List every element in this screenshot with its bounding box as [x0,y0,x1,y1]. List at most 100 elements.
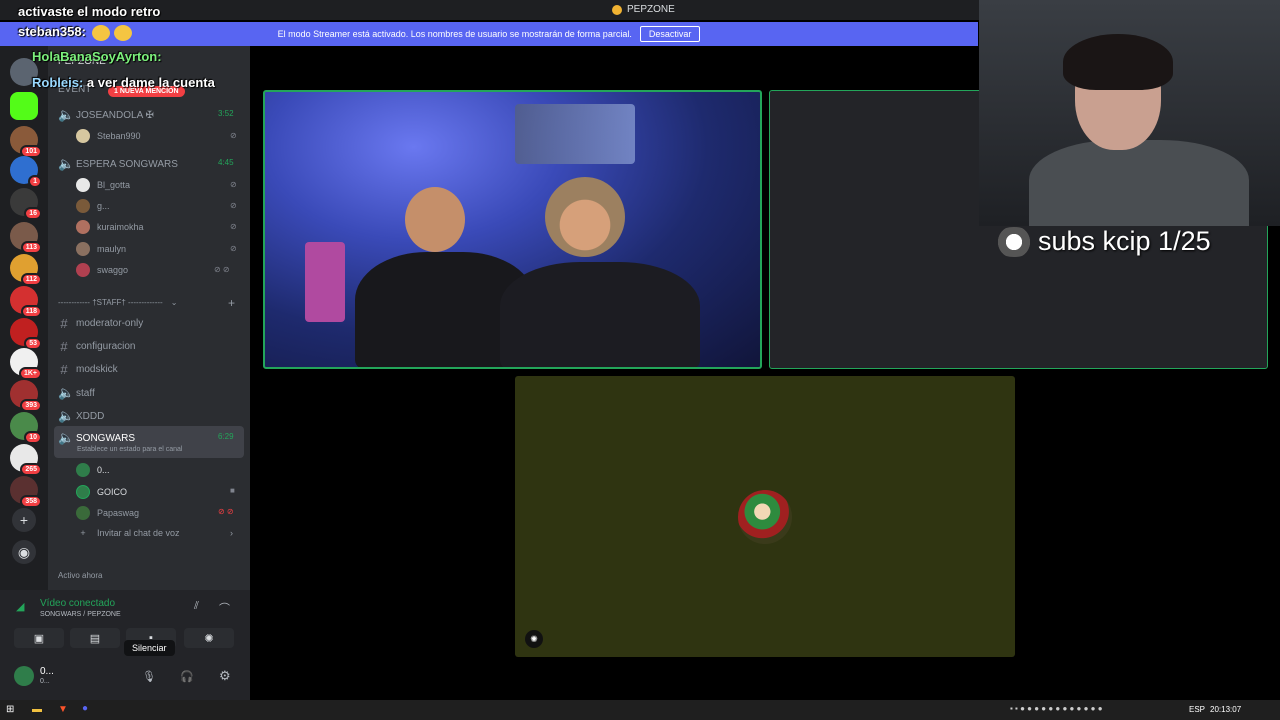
server-icon-6[interactable]: 113 [10,222,42,254]
invite-voice[interactable]: + Invitar al chat de voz [76,528,179,538]
text-channel-modskick[interactable]: # modskick [58,362,117,377]
add-user-icon: + [80,528,86,538]
channel-status[interactable]: Establece un estado para el canal [77,446,182,453]
unread-badge: 265 [20,463,42,476]
active-now-label: Activo ahora [58,571,103,580]
channel-name: JOSEANDOLA ✠ [76,109,154,121]
voice-user[interactable]: Papaswag [76,506,139,520]
clock[interactable]: 20:13:07 [1210,705,1241,714]
user-name: Bl_gotta [97,180,131,190]
speaker-icon: 🔈 [58,408,75,423]
server-icon-4[interactable]: 1 [10,156,42,188]
unread-badge: 113 [20,241,42,254]
speaker-icon: 🔈 [58,430,75,445]
screen-share-button[interactable]: ▤ [70,628,120,648]
voice-status[interactable]: Vídeo conectado [40,598,115,609]
voice-user[interactable]: maulyn [76,242,126,256]
participant-avatar[interactable] [738,490,792,544]
channel-name: staff [76,387,95,399]
screen-share-icon: ▤ [89,632,101,645]
server-icon-3[interactable]: 101 [10,126,42,158]
server-icon-12[interactable]: 10 [10,412,42,444]
soundboard-icon: ✺ [204,632,214,645]
voice-channel-songwars[interactable]: 🔈 SONGWARS [58,430,135,446]
subs-overlay: subs kcip 1/25 [992,226,1211,257]
voice-channel-xddd[interactable]: 🔈 XDDD [58,408,104,424]
soundboard-button[interactable]: ✺ [184,628,234,648]
category-staff[interactable]: ------------ †STAFF† ------------- ⌄ [58,298,177,307]
noise-suppression-icon[interactable]: ⫽ [194,600,199,613]
language-indicator[interactable]: ESP [1189,705,1205,714]
explore-icon[interactable]: ◉ [12,540,36,564]
disconnect-icon[interactable]: ⌒ [219,600,230,616]
voice-channel-espera[interactable]: 🔈 ESPERA SONGWARS [58,156,178,172]
chat-user: Robleis: [32,75,84,90]
subs-text: subs kcip 1/25 [1038,226,1211,256]
soundboard-icon[interactable]: ✺ [525,630,543,648]
server-icon-7[interactable]: 112 [10,254,42,286]
voice-user[interactable]: Steban990 [76,129,141,143]
voice-channel-joseandola[interactable]: 🔈 JOSEANDOLA ✠ [58,107,154,123]
server-icon-14[interactable]: 358 [10,476,42,508]
unread-badge: 1 [28,175,42,188]
streamer-mode-banner: El modo Streamer está activado. Los nomb… [0,22,978,46]
text-channel-moderator-only[interactable]: # moderator-only [58,316,143,331]
server-icon-5[interactable]: 16 [10,188,42,220]
person-1-head [405,187,465,252]
text-channel-configuracion[interactable]: # configuracion [58,339,135,354]
user-name: Papaswag [97,508,140,518]
user-name: GOICO [97,487,128,497]
unread-badge: 118 [20,305,42,318]
tray-icons[interactable]: ▪ ▪ ● ● ● ● ● ● ● ● ● ● ● ● [1010,704,1103,713]
kick-server-icon[interactable] [10,92,38,120]
banner-text: El modo Streamer está activado. Los nomb… [277,29,632,39]
hash-icon: # [60,362,68,377]
avatar [76,199,90,213]
unread-badge: 10 [24,431,42,444]
unread-badge: 112 [20,273,42,286]
voice-user[interactable]: GOICO [76,485,127,499]
user-status: 0... [40,678,50,685]
server-icon-11[interactable]: 393 [10,380,42,412]
unread-badge: 1K+ [18,367,42,380]
user-avatar[interactable] [14,666,34,686]
voice-user[interactable]: 0... [76,463,110,477]
server-icon [612,4,622,15]
folder-icon[interactable]: ▬ [32,704,42,715]
hash-icon: # [60,316,68,331]
voice-panel: ◢ Vídeo conectado SONGWARS / PEPZONE ⫽ ⌒… [0,590,250,700]
chat-line: activaste el modo retro [18,4,160,19]
voice-user[interactable]: Bl_gotta [76,178,130,192]
streamer-webcam [979,0,1280,226]
unread-badge: 393 [20,399,42,412]
chat-line: Robleis: a ver dame la cuenta [32,75,215,90]
brave-icon[interactable]: ▼ [58,704,68,715]
chevron-right-icon: › [230,528,233,538]
voice-user[interactable]: g... [76,199,110,213]
server-icon-9[interactable]: 53 [10,318,42,350]
user-name: kuraimokha [97,222,144,232]
channel-name: configuracion [76,341,136,352]
add-channel-icon[interactable]: + [228,296,235,310]
tv-screen [515,104,635,164]
voice-user[interactable]: swaggo [76,263,128,277]
signal-icon: ◢ [16,601,25,613]
discord-icon[interactable]: ● [82,703,88,714]
add-server-icon[interactable]: + [12,508,36,532]
server-icon-10[interactable]: 1K+ [10,348,42,380]
microphone-icon[interactable]: 🎙 [142,670,156,683]
gear-icon[interactable]: ⚙ [219,668,231,684]
deafened-icon: ⊘ [230,201,237,210]
video-tile-1[interactable] [263,90,762,369]
voice-channel-staff[interactable]: 🔈 staff [58,385,95,401]
windows-icon[interactable]: ⊞ [6,704,14,715]
headphones-icon[interactable]: 🎧 [180,670,194,683]
server-icon-13[interactable]: 265 [10,444,42,476]
voice-user[interactable]: kuraimokha [76,220,144,234]
pc-case [305,242,345,322]
camera-off-button[interactable]: ▣ [14,628,64,648]
avatar [76,178,90,192]
server-icon-8[interactable]: 118 [10,286,42,318]
disable-streamer-button[interactable]: Desactivar [639,26,701,42]
voice-timer: 4:45 [218,158,234,167]
